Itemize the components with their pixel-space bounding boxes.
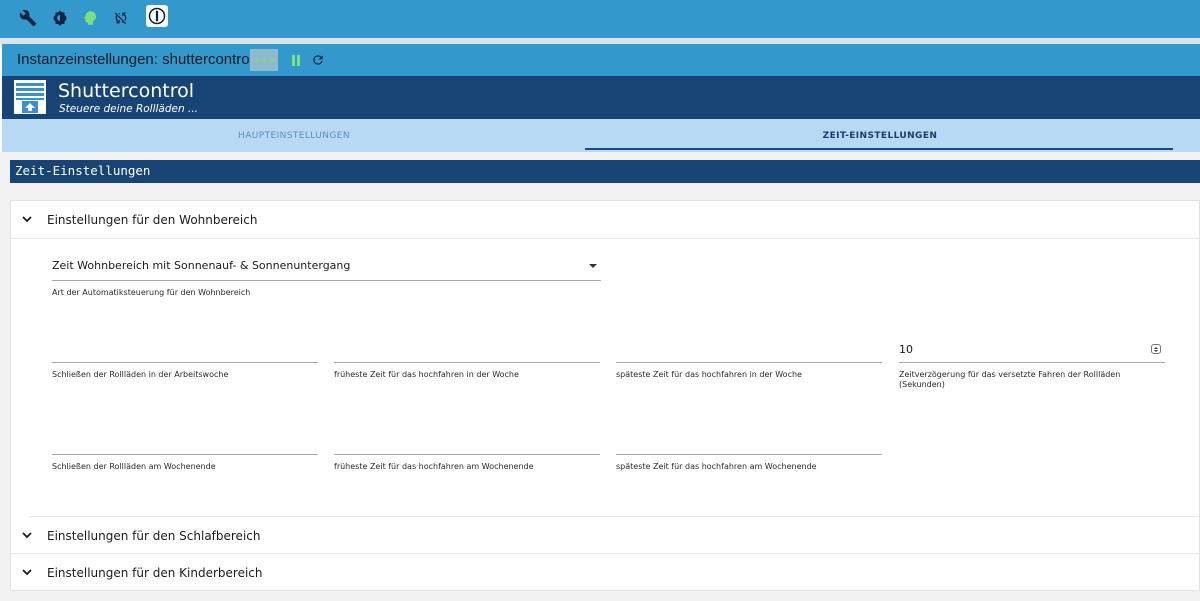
number-spinner-icon[interactable] <box>1151 344 1161 354</box>
wrench-icon[interactable] <box>18 8 38 28</box>
adapter-subtitle: Steuere deine Rollläden ... <box>59 103 199 115</box>
info-icon[interactable] <box>146 5 168 27</box>
accordion-wohnbereich[interactable]: Einstellungen für den Wohnbereich <box>10 201 1200 238</box>
accordion-schlafbereich[interactable]: Einstellungen für den Schlafbereich <box>10 517 1200 554</box>
section-header: Zeit-Einstellungen <box>10 160 1200 183</box>
active-tab-indicator <box>585 148 1173 150</box>
delay-value: 10 <box>899 343 913 356</box>
version-badge: v1.4.16 <box>250 49 278 71</box>
dropdown-arrow-icon <box>589 264 597 268</box>
field-help-text: Schließen der Rollläden am Wochenende <box>52 462 216 471</box>
earliest-up-week-input[interactable] <box>334 337 600 363</box>
instance-title: Instanzeinstellungen: shuttercontrol.0 <box>17 51 266 68</box>
close-time-weekend-input[interactable] <box>52 429 318 455</box>
divider <box>10 238 1200 239</box>
select-help-text: Art der Automatiksteuerung für den Wohnb… <box>52 288 251 297</box>
delay-seconds-input[interactable]: 10 <box>899 337 1165 363</box>
chevron-down-icon <box>22 532 32 539</box>
earliest-up-weekend-input[interactable] <box>334 429 600 455</box>
tab-haupteinstellungen[interactable]: HAUPTEINSTELLUNGEN <box>2 119 586 152</box>
chevron-down-icon <box>22 569 32 576</box>
latest-up-week-input[interactable] <box>616 337 882 363</box>
pause-icon[interactable] <box>288 52 304 68</box>
latest-up-weekend-input[interactable] <box>616 429 882 455</box>
accordion-label: Einstellungen für den Kinderbereich <box>47 566 263 580</box>
shutter-logo-icon <box>14 80 46 114</box>
field-help-text: früheste Zeit für das hochfahren in der … <box>334 370 519 379</box>
sync-disabled-icon[interactable] <box>111 8 131 28</box>
chevron-down-icon <box>22 216 32 223</box>
field-help-text: späteste Zeit für das hochfahren in der … <box>616 370 802 379</box>
reload-icon[interactable] <box>310 52 326 68</box>
head-icon[interactable] <box>80 8 100 28</box>
accordion-kinderbereich[interactable]: Einstellungen für den Kinderbereich <box>10 554 1200 591</box>
main-toolbar <box>0 0 1200 38</box>
field-help-text: Zeitverzögerung für das versetzte Fahren… <box>899 370 1121 389</box>
section-title: Zeit-Einstellungen <box>15 163 151 178</box>
field-help-text: früheste Zeit für das hochfahren am Woch… <box>334 462 534 471</box>
accordion-label: Einstellungen für den Schlafbereich <box>47 529 261 543</box>
instance-header: Instanzeinstellungen: shuttercontrol.0 v… <box>2 44 1200 76</box>
settings-brightness-icon[interactable] <box>50 8 70 28</box>
adapter-name: Shuttercontrol <box>58 80 194 102</box>
field-help-text: späteste Zeit für das hochfahren am Woch… <box>616 462 817 471</box>
automation-mode-select[interactable]: Zeit Wohnbereich mit Sonnenauf- & Sonnen… <box>52 254 601 281</box>
adapter-banner: Shuttercontrol Steuere deine Rollläden .… <box>2 76 1200 119</box>
select-value: Zeit Wohnbereich mit Sonnenauf- & Sonnen… <box>52 259 351 272</box>
field-help-text: Schließen der Rollläden in der Arbeitswo… <box>52 370 229 379</box>
accordion-label: Einstellungen für den Wohnbereich <box>47 213 258 227</box>
close-time-week-input[interactable] <box>52 337 318 363</box>
